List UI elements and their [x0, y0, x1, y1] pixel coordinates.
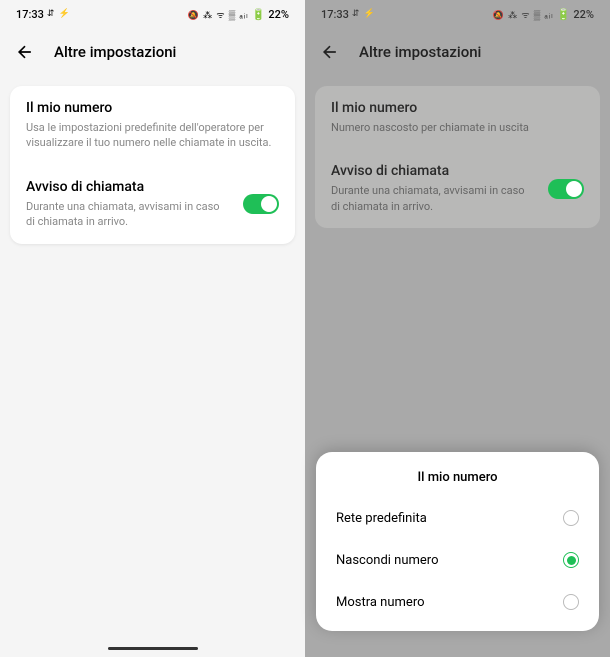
page-title: Altre impostazioni: [54, 43, 176, 61]
radio-unchecked-icon: [563, 510, 579, 526]
option-show-number[interactable]: Mostra numero: [316, 581, 599, 623]
radio-unchecked-icon: [563, 594, 579, 610]
setting-desc: Durante una chiamata, avvisami in caso d…: [26, 199, 231, 230]
setting-title: Avviso di chiamata: [331, 163, 536, 179]
option-label: Mostra numero: [336, 595, 425, 610]
battery-icon: 🔋: [252, 8, 266, 21]
setting-desc: Usa le impostazioni predefinite dell'ope…: [26, 120, 279, 151]
radio-checked-icon: [563, 552, 579, 568]
status-battery: 22%: [573, 8, 594, 21]
settings-card: Il mio numero Usa le impostazioni predef…: [10, 86, 295, 244]
setting-call-waiting[interactable]: Avviso di chiamata Durante una chiamata,…: [10, 165, 295, 244]
setting-my-number[interactable]: Il mio numero Numero nascosto per chiama…: [315, 86, 600, 149]
toggle-knob: [261, 196, 277, 212]
header: Altre impostazioni: [0, 28, 305, 76]
content-area: Il mio numero Usa le impostazioni predef…: [0, 76, 305, 657]
status-battery: 22%: [268, 8, 289, 21]
status-bar: 17:33 ⇵ ⚡ 🔕 ⁂ ᯤ ▒ ₐᵢₗ 🔋 22%: [305, 0, 610, 28]
setting-my-number[interactable]: Il mio numero Usa le impostazioni predef…: [10, 86, 295, 165]
status-bar: 17:33 ⇵ ⚡ 🔕 ⁂ ᯤ ▒ ₐᵢₗ 🔋 22%: [0, 0, 305, 28]
call-waiting-toggle[interactable]: [548, 179, 584, 199]
call-waiting-toggle[interactable]: [243, 194, 279, 214]
setting-desc: Durante una chiamata, avvisami in caso d…: [331, 183, 536, 214]
setting-title: Il mio numero: [331, 100, 584, 116]
status-time: 17:33: [16, 8, 44, 21]
screen-left: 17:33 ⇵ ⚡ 🔕 ⁂ ᯤ ▒ ₐᵢₗ 🔋 22% Altre impost…: [0, 0, 305, 657]
setting-desc: Numero nascosto per chiamate in uscita: [331, 120, 584, 135]
page-title: Altre impostazioni: [359, 43, 481, 61]
setting-call-waiting[interactable]: Avviso di chiamata Durante una chiamata,…: [315, 149, 600, 228]
home-indicator[interactable]: [108, 647, 198, 650]
option-label: Nascondi numero: [336, 553, 439, 568]
status-left-icons: ⇵ ⚡: [47, 9, 71, 19]
back-button[interactable]: [319, 41, 341, 63]
setting-title: Avviso di chiamata: [26, 179, 231, 195]
status-time: 17:33: [321, 8, 349, 21]
toggle-knob: [566, 181, 582, 197]
option-hide-number[interactable]: Nascondi numero: [316, 539, 599, 581]
back-button[interactable]: [14, 41, 36, 63]
status-left-icons: ⇵ ⚡: [352, 9, 376, 19]
settings-card: Il mio numero Numero nascosto per chiama…: [315, 86, 600, 228]
option-label: Rete predefinita: [336, 511, 427, 526]
header: Altre impostazioni: [305, 28, 610, 76]
bottom-sheet: Il mio numero Rete predefinita Nascondi …: [316, 452, 599, 631]
screen-right: 17:33 ⇵ ⚡ 🔕 ⁂ ᯤ ▒ ₐᵢₗ 🔋 22% Altre impost…: [305, 0, 610, 657]
battery-icon: 🔋: [557, 8, 571, 21]
setting-title: Il mio numero: [26, 100, 279, 116]
status-right-icons: 🔕 ⁂ ᯤ ▒ ₐᵢₗ: [493, 8, 554, 21]
sheet-title: Il mio numero: [316, 470, 599, 485]
status-right-icons: 🔕 ⁂ ᯤ ▒ ₐᵢₗ: [188, 8, 249, 21]
option-network-default[interactable]: Rete predefinita: [316, 497, 599, 539]
